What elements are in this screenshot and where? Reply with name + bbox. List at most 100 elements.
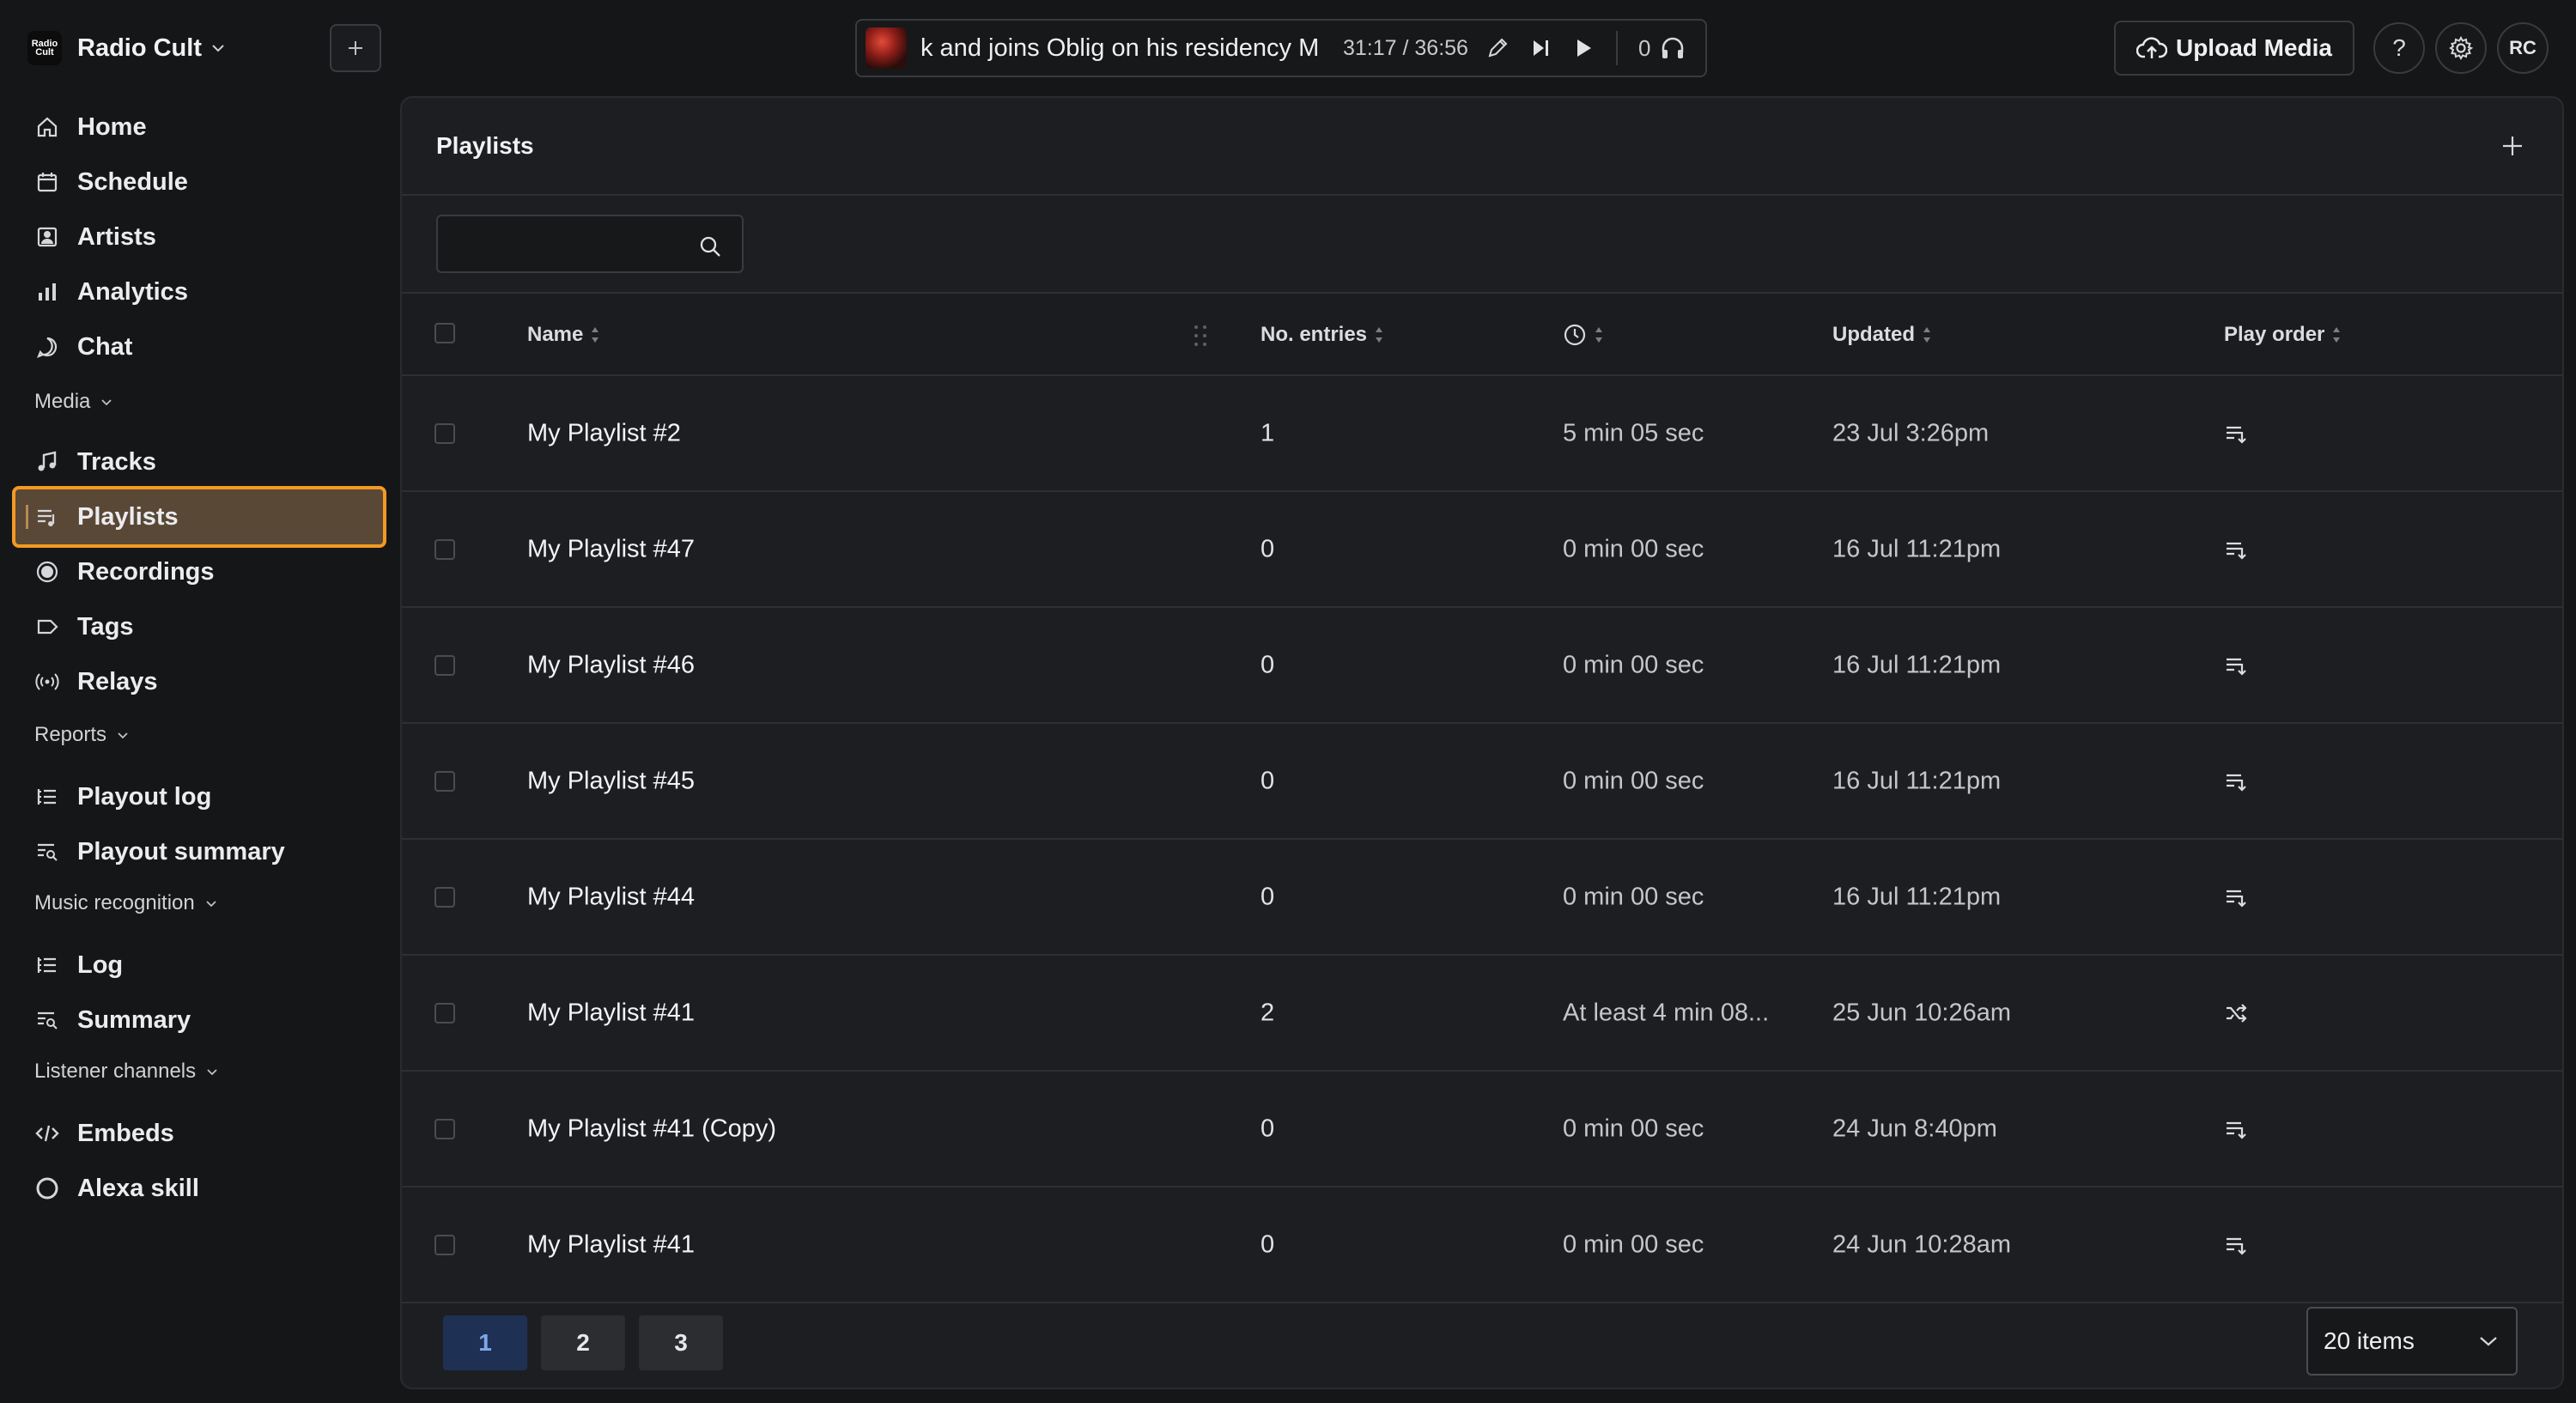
row-checkbox[interactable] [434,771,455,792]
sequential-order-icon[interactable] [2224,1117,2250,1141]
playlist-name[interactable]: My Playlist #47 [527,535,695,563]
sidebar-item-playout-log[interactable]: Playout log [12,766,386,828]
playlist-name[interactable]: My Playlist #2 [527,419,681,447]
settings-button[interactable] [2435,22,2487,74]
column-name-header[interactable]: Name [527,323,600,347]
list-icon [34,952,60,978]
sidebar-item-playlists[interactable]: Playlists [12,486,386,548]
sequential-order-icon[interactable] [2224,1233,2250,1257]
sidebar-section-media[interactable]: Media [34,385,114,419]
playlists-panel: Playlists Name No. entries Updated Play … [400,96,2564,1389]
summary-icon [34,1007,60,1033]
sidebar-item-log[interactable]: Log [12,934,386,996]
select-all-checkbox[interactable] [434,323,455,343]
table-row[interactable]: My Playlist #45 0 0 min 00 sec 16 Jul 11… [402,724,2562,840]
table-row[interactable]: My Playlist #47 0 0 min 00 sec 16 Jul 11… [402,492,2562,608]
listeners-button[interactable] [1659,34,1686,62]
sidebar-item-label: Analytics [77,277,188,306]
avatar-initials: RC [2509,37,2537,58]
sort-icon [2333,327,2341,343]
shuffle-icon[interactable] [2224,1001,2250,1025]
row-checkbox[interactable] [434,1235,455,1255]
column-updated-header[interactable]: Updated [1832,323,1932,347]
sidebar-item-artists[interactable]: Artists [12,206,386,268]
help-button[interactable]: ? [2373,22,2425,74]
table-row[interactable]: My Playlist #44 0 0 min 00 sec 16 Jul 11… [402,840,2562,956]
edit-button[interactable] [1484,34,1511,62]
page-2-button[interactable]: 2 [541,1315,625,1370]
page-1-button[interactable]: 1 [443,1315,527,1370]
row-checkbox[interactable] [434,655,455,676]
search-icon[interactable] [699,235,721,258]
sequential-order-icon[interactable] [2224,769,2250,793]
column-duration-header[interactable] [1563,323,1604,347]
clock-icon [1564,324,1586,346]
user-avatar-button[interactable]: RC [2497,22,2549,74]
sidebar-item-relays[interactable]: Relays [12,651,386,713]
sidebar-section-listener-channels[interactable]: Listener channels [34,1054,220,1089]
sidebar-item-schedule[interactable]: Schedule [12,151,386,213]
sidebar-item-home[interactable]: Home [12,96,386,158]
sidebar-item-tags[interactable]: Tags [12,596,386,658]
playlist-name[interactable]: My Playlist #44 [527,883,695,911]
playlist-duration: 0 min 00 sec [1563,1115,1704,1142]
page-3-button[interactable]: 3 [639,1315,723,1370]
sidebar-item-embeds[interactable]: Embeds [12,1102,386,1164]
playlist-name[interactable]: My Playlist #41 [527,1230,695,1259]
chevron-down-icon [2480,1337,2497,1346]
row-checkbox[interactable] [434,1003,455,1023]
playlist-name[interactable]: My Playlist #41 (Copy) [527,1115,776,1143]
playlist-duration: At least 4 min 08... [1563,999,1770,1026]
now-playing-bar: k and joins Oblig on his residency M 31:… [855,19,1707,77]
list-icon [34,784,60,810]
sidebar-item-label: Chat [77,332,133,361]
sidebar-section-music-recognition[interactable]: Music recognition [34,886,219,920]
upload-media-button[interactable]: Upload Media [2114,21,2354,76]
playlist-name[interactable]: My Playlist #46 [527,651,695,679]
column-entries-header[interactable]: No. entries [1261,323,1384,347]
play-button[interactable] [1570,34,1597,62]
playlist-name[interactable]: My Playlist #41 [527,999,695,1027]
gear-icon [2449,35,2474,61]
row-checkbox[interactable] [434,423,455,444]
sidebar-item-label: Playout summary [77,837,285,865]
sequential-order-icon[interactable] [2224,653,2250,677]
table-row[interactable]: My Playlist #41 0 0 min 00 sec 24 Jun 10… [402,1187,2562,1303]
row-checkbox[interactable] [434,1119,455,1139]
table-row[interactable]: My Playlist #41 (Copy) 0 0 min 00 sec 24… [402,1072,2562,1187]
table-row[interactable]: My Playlist #46 0 0 min 00 sec 16 Jul 11… [402,608,2562,724]
sidebar-item-recordings[interactable]: Recordings [12,541,386,603]
table-row[interactable]: My Playlist #41 2 At least 4 min 08... 2… [402,956,2562,1072]
sidebar-item-alexa-skill[interactable]: Alexa skill [12,1157,386,1219]
now-playing-title[interactable]: k and joins Oblig on his residency M [920,34,1324,63]
sidebar-section-reports[interactable]: Reports [34,718,131,752]
column-resize-handle-icon[interactable] [1192,323,1209,349]
row-checkbox[interactable] [434,539,455,560]
sidebar-item-analytics[interactable]: Analytics [12,261,386,323]
workspace-switcher[interactable]: Radio Cult Radio Cult [27,24,226,72]
chevron-down-icon [207,1069,217,1076]
sidebar-item-chat[interactable]: Chat [12,316,386,378]
sidebar-item-label: Embeds [77,1119,174,1147]
page-size-select[interactable]: 20 items [2306,1307,2518,1376]
radio-cult-logo: Radio Cult [27,31,62,65]
search-input[interactable] [448,225,689,263]
headphones-icon [1662,37,1684,58]
play-icon [1577,39,1591,57]
sidebar-item-summary[interactable]: Summary [12,989,386,1051]
add-playlist-button[interactable] [2495,129,2530,163]
playlist-name[interactable]: My Playlist #45 [527,767,695,795]
column-play-order-header[interactable]: Play order [2224,323,2342,347]
sequential-order-icon[interactable] [2224,422,2250,446]
row-checkbox[interactable] [434,887,455,908]
sequential-order-icon[interactable] [2224,538,2250,562]
sequential-order-icon[interactable] [2224,885,2250,909]
table-row[interactable]: My Playlist #2 1 5 min 05 sec 23 Jul 3:2… [402,376,2562,492]
chevron-down-icon [212,45,224,52]
sidebar-item-tracks[interactable]: Tracks [12,431,386,493]
playlist-duration: 0 min 00 sec [1563,1230,1704,1258]
sidebar-item-playout-summary[interactable]: Playout summary [12,821,386,883]
create-new-button[interactable] [330,24,381,72]
column-name-label: Name [527,323,584,346]
skip-button[interactable] [1527,34,1554,62]
